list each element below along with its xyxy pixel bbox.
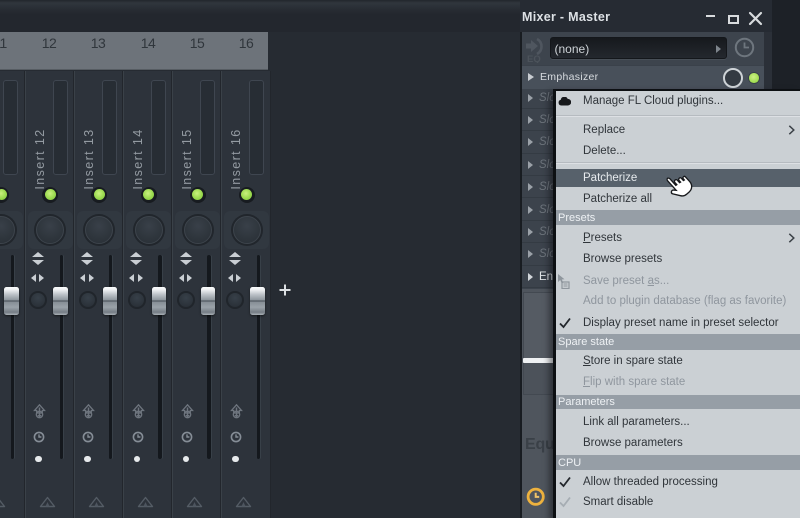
- svg-text:EQ: EQ: [527, 54, 541, 63]
